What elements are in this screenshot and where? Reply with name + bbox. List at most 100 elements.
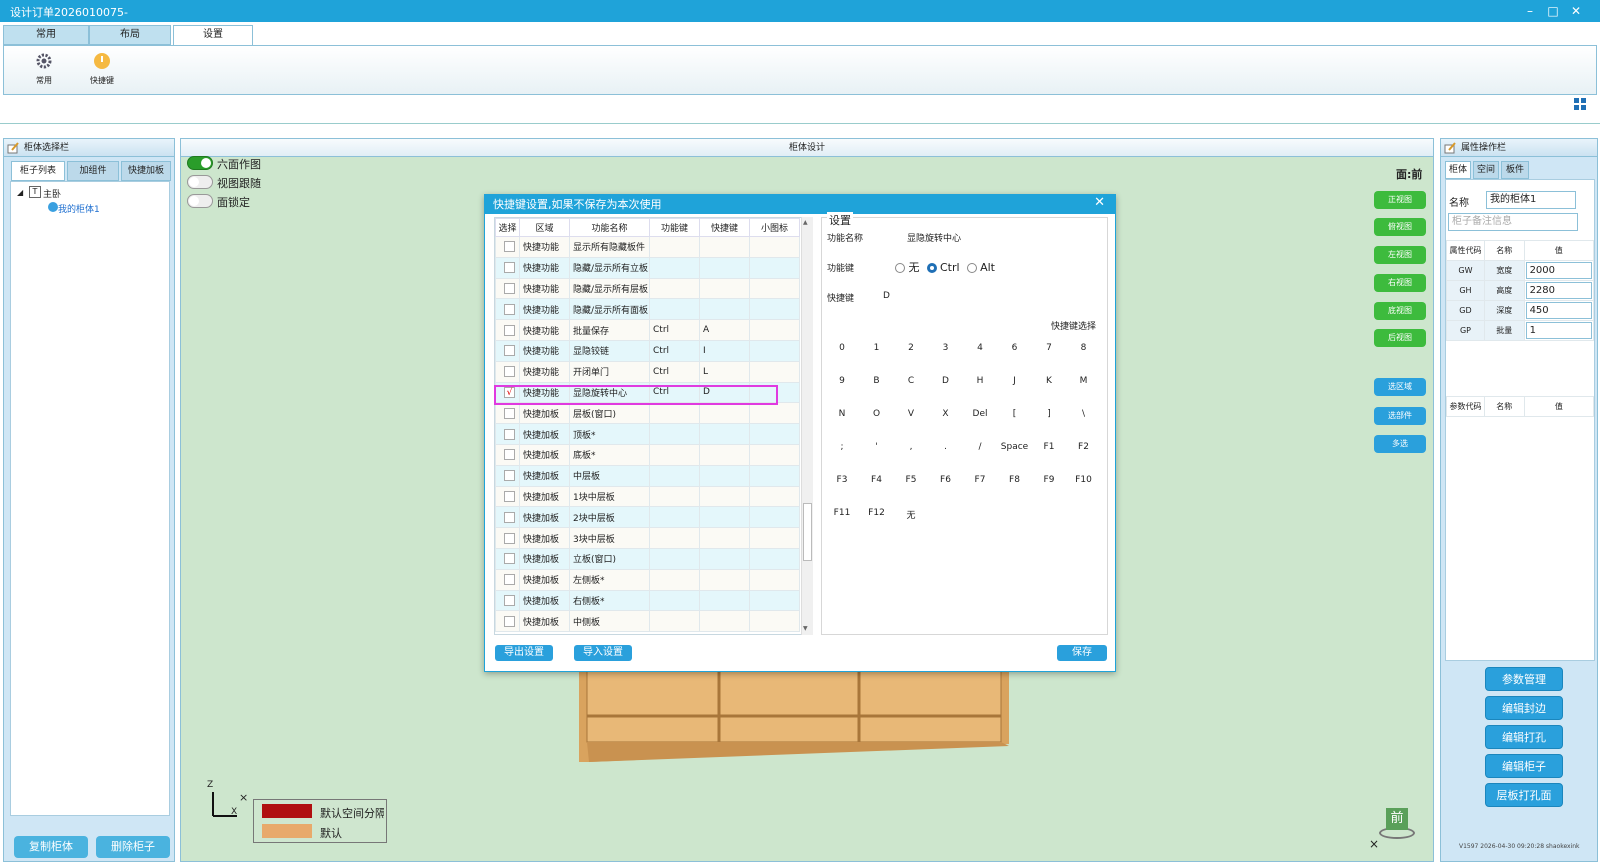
key-option[interactable]: F8 xyxy=(998,475,1032,485)
row-checkbox[interactable] xyxy=(504,282,515,294)
view-cube-front[interactable]: 前 xyxy=(1386,808,1408,830)
key-option[interactable]: D xyxy=(929,376,963,386)
left-view-button[interactable]: 左视图 xyxy=(1374,246,1426,264)
row-select-cell[interactable] xyxy=(495,236,520,258)
table-row[interactable]: 快捷加板 中侧板 xyxy=(495,610,800,633)
tab-layout[interactable]: 布局 xyxy=(89,25,171,45)
tab-cabinet-list[interactable]: 柜子列表 xyxy=(11,161,65,181)
attr-value-input[interactable]: 2280 xyxy=(1525,282,1592,299)
select-part-button[interactable]: 选部件 xyxy=(1374,407,1426,425)
key-option[interactable]: F5 xyxy=(894,475,928,485)
name-input[interactable]: 我的柜体1 xyxy=(1486,191,1576,209)
row-select-cell[interactable] xyxy=(495,464,520,487)
row-checkbox[interactable] xyxy=(504,594,515,606)
row-select-cell[interactable] xyxy=(495,589,520,612)
save-button[interactable]: 保存 xyxy=(1057,645,1107,661)
row-select-cell[interactable] xyxy=(495,547,520,570)
tab-add-component[interactable]: 加组件 xyxy=(67,161,119,181)
radio-ctrl[interactable] xyxy=(926,263,937,273)
param-manage-button[interactable]: 参数管理 xyxy=(1485,667,1563,691)
viewport-close-icon[interactable]: × xyxy=(1369,837,1379,851)
key-option[interactable]: Space xyxy=(998,442,1032,452)
table-row[interactable]: 快捷加板 1块中层板 xyxy=(495,485,800,508)
row-select-cell[interactable] xyxy=(495,506,520,529)
grid-icon[interactable] xyxy=(1574,98,1586,110)
edit-cabinet-button[interactable]: 编辑柜子 xyxy=(1485,754,1563,778)
view-cube[interactable]: 前 xyxy=(1379,807,1415,843)
table-row[interactable]: 快捷功能 批量保存 Ctrl A xyxy=(495,319,800,341)
key-option[interactable]: C xyxy=(894,376,928,386)
row-checkbox[interactable] xyxy=(504,615,515,627)
tree-root-room[interactable]: 主卧 xyxy=(43,187,61,200)
row-select-cell[interactable] xyxy=(495,443,520,466)
tab-board[interactable]: 板件 xyxy=(1501,161,1529,179)
attr-value-cell[interactable]: 1 xyxy=(1523,320,1595,341)
export-settings-button[interactable]: 导出设置 xyxy=(495,645,553,661)
key-option[interactable]: 7 xyxy=(1032,343,1066,353)
select-region-button[interactable]: 选区域 xyxy=(1374,378,1426,396)
key-option[interactable]: 0 xyxy=(825,343,859,353)
row-checkbox[interactable] xyxy=(504,345,515,357)
table-row[interactable]: 快捷功能 隐藏/显示所有立板 xyxy=(495,256,800,279)
edit-edge-button[interactable]: 编辑封边 xyxy=(1485,696,1563,720)
note-input[interactable]: 柜子备注信息 xyxy=(1448,213,1578,231)
row-checkbox[interactable] xyxy=(504,470,515,482)
row-checkbox[interactable] xyxy=(504,511,515,523)
row-checkbox[interactable] xyxy=(504,366,515,378)
row-checkbox[interactable] xyxy=(504,303,515,315)
table-row[interactable]: 快捷加板 立板(窗口) xyxy=(495,547,800,570)
tab-cabinet[interactable]: 柜体 xyxy=(1445,161,1471,179)
delete-cabinet-button[interactable]: 删除柜子 xyxy=(96,836,170,858)
attr-value-input[interactable]: 1 xyxy=(1525,322,1592,339)
key-option[interactable]: F3 xyxy=(825,475,859,485)
radio-none[interactable] xyxy=(895,263,905,273)
key-option[interactable]: \ xyxy=(1067,409,1101,419)
shelf-drill-face-button[interactable]: 层板打孔面 xyxy=(1485,783,1563,807)
row-checkbox[interactable] xyxy=(504,407,515,419)
view-follow-toggle[interactable] xyxy=(187,175,213,189)
row-select-cell[interactable] xyxy=(495,527,520,549)
key-option[interactable]: F12 xyxy=(860,508,894,518)
key-option[interactable]: V xyxy=(894,409,928,419)
table-row[interactable]: 快捷功能 显示所有隐藏板件 xyxy=(495,236,800,258)
tab-space[interactable]: 空间 xyxy=(1473,161,1499,179)
key-option[interactable]: F10 xyxy=(1067,475,1101,485)
table-scrollbar[interactable]: ▲ ▼ xyxy=(801,217,813,635)
row-checkbox[interactable] xyxy=(504,324,515,336)
row-select-cell[interactable] xyxy=(495,319,520,341)
row-checkbox[interactable] xyxy=(504,553,515,565)
row-checkbox[interactable] xyxy=(504,490,515,502)
row-select-cell[interactable] xyxy=(495,298,520,321)
back-view-button[interactable]: 后视图 xyxy=(1374,329,1426,347)
key-option[interactable]: N xyxy=(825,409,859,419)
table-row[interactable]: 快捷功能 开闭单门 Ctrl L xyxy=(495,360,800,383)
key-option[interactable]: X xyxy=(929,409,963,419)
close-button[interactable]: ✕ xyxy=(1568,3,1584,19)
tab-quick-add-board[interactable]: 快捷加板 xyxy=(121,161,171,181)
table-row[interactable]: 快捷加板 3块中层板 xyxy=(495,527,800,549)
key-option[interactable]: K xyxy=(1032,376,1066,386)
attr-value-cell[interactable]: 2280 xyxy=(1523,280,1595,301)
key-option[interactable]: / xyxy=(963,442,997,452)
tab-common[interactable]: 常用 xyxy=(3,25,89,45)
cabinet-model[interactable] xyxy=(579,664,1019,764)
attr-value-cell[interactable]: 2000 xyxy=(1523,260,1595,281)
copy-cabinet-button[interactable]: 复制柜体 xyxy=(14,836,88,858)
key-option[interactable]: F11 xyxy=(825,508,859,518)
edit-drill-button[interactable]: 编辑打孔 xyxy=(1485,725,1563,749)
attr-value-input[interactable]: 450 xyxy=(1525,302,1592,319)
table-row[interactable]: 快捷加板 2块中层板 xyxy=(495,506,800,529)
shortcut-settings-button[interactable]: 快捷键 xyxy=(80,52,124,86)
minimize-button[interactable]: – xyxy=(1522,3,1538,19)
key-option[interactable]: 9 xyxy=(825,376,859,386)
row-select-cell[interactable] xyxy=(495,610,520,633)
key-option[interactable]: . xyxy=(929,442,963,452)
row-checkbox[interactable] xyxy=(504,241,515,253)
axis-close-icon[interactable]: × xyxy=(239,791,248,804)
row-select-cell[interactable] xyxy=(495,402,520,425)
common-settings-button[interactable]: 常用 xyxy=(22,52,66,86)
table-row[interactable]: 快捷加板 层板(窗口) xyxy=(495,402,800,425)
key-option[interactable]: ' xyxy=(860,442,894,452)
row-checkbox[interactable] xyxy=(504,428,515,440)
radio-alt[interactable] xyxy=(966,263,977,273)
